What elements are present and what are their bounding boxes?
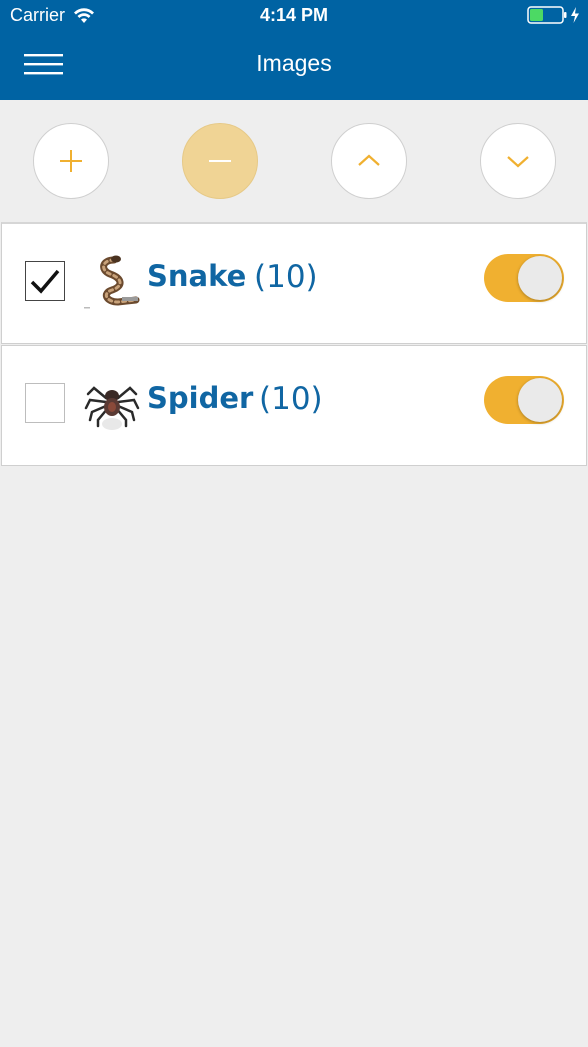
checkmark-icon bbox=[30, 269, 60, 294]
list-item-snake[interactable]: Snake (10) bbox=[1, 222, 587, 344]
move-down-button[interactable] bbox=[480, 123, 556, 199]
item-label: Snake bbox=[147, 259, 247, 293]
battery-icon bbox=[527, 6, 567, 24]
item-count: (10) bbox=[254, 259, 318, 295]
nav-bar: Images bbox=[0, 32, 588, 100]
add-button[interactable] bbox=[33, 123, 109, 199]
battery-indicator bbox=[527, 6, 580, 24]
spider-toggle[interactable] bbox=[484, 376, 564, 424]
remove-button[interactable] bbox=[182, 123, 258, 199]
spider-icon bbox=[84, 374, 140, 434]
spider-checkbox[interactable] bbox=[25, 383, 65, 423]
charging-bolt-icon bbox=[571, 7, 579, 23]
chevron-up-icon bbox=[358, 154, 380, 166]
toggle-knob bbox=[518, 378, 562, 422]
snake-checkbox[interactable] bbox=[25, 261, 65, 301]
app-header: Carrier 4:14 PM Images bbox=[0, 0, 588, 100]
status-bar: Carrier 4:14 PM bbox=[0, 0, 588, 32]
minus-icon bbox=[209, 160, 231, 162]
list-item-spider[interactable]: Spider (10) bbox=[1, 345, 587, 466]
move-up-button[interactable] bbox=[331, 123, 407, 199]
snake-toggle[interactable] bbox=[484, 254, 564, 302]
chevron-down-icon bbox=[507, 156, 529, 168]
item-label: Spider bbox=[147, 381, 254, 415]
plus-icon bbox=[60, 150, 82, 172]
item-count: (10) bbox=[259, 381, 323, 417]
snake-icon bbox=[84, 252, 140, 312]
status-time: 4:14 PM bbox=[259, 5, 329, 25]
image-list: Snake (10) Spider (10) bbox=[0, 222, 588, 467]
action-toolbar bbox=[0, 100, 588, 222]
page-title: Images bbox=[256, 50, 332, 76]
toggle-knob bbox=[518, 256, 562, 300]
